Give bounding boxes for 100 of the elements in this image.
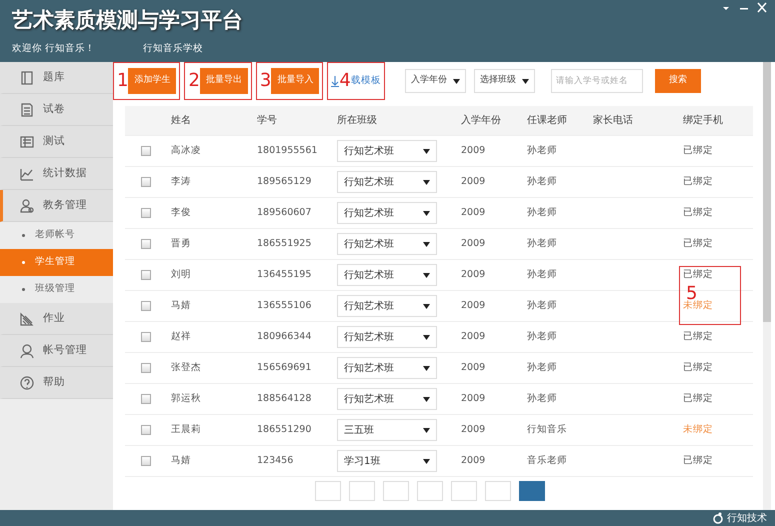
dropdown-icon: [423, 334, 430, 340]
dropdown-icon: [423, 304, 430, 308]
class-select[interactable]: 行知艺术班: [337, 326, 437, 348]
bullet-icon: [22, 234, 25, 237]
checkbox[interactable]: [141, 270, 151, 280]
table-cell: 2009: [461, 238, 486, 249]
table-cell: 高冰凌: [171, 144, 201, 156]
column-header: 入学年份: [461, 114, 502, 128]
dropdown-icon: [423, 428, 430, 432]
checkbox[interactable]: [141, 146, 151, 156]
table-cell: 孙老师: [527, 144, 557, 156]
table-cell-text: 180966344: [257, 330, 312, 344]
checkbox[interactable]: [141, 363, 151, 373]
help-icon: [19, 374, 35, 390]
sidebar-subitem[interactable]: 学生管理: [0, 249, 113, 276]
table-cell: 郭运秋: [171, 392, 201, 404]
table-cell-text: 186551925: [257, 236, 312, 251]
action-button[interactable]: 批量导入: [271, 68, 320, 94]
table-cell: 马婧: [171, 454, 191, 466]
binding-status: 已绑定: [683, 238, 713, 249]
table-cell: 2009: [461, 362, 486, 373]
sidebar-item[interactable]: 测试: [0, 126, 113, 158]
table-cell-text: 123456: [257, 454, 294, 468]
table-cell: 马婧: [171, 300, 191, 311]
checkbox[interactable]: [141, 394, 151, 404]
table-cell: 孙老师: [527, 362, 557, 373]
checkbox[interactable]: [141, 456, 151, 466]
table-cell: 李俊: [171, 206, 191, 218]
checkbox[interactable]: [141, 332, 151, 342]
binding-status: 已绑定: [683, 362, 713, 373]
table-cell: 2009: [461, 206, 486, 218]
document-icon: [19, 102, 35, 118]
column-header: 所在班级: [337, 114, 378, 128]
sidebar-item[interactable]: 统计数据: [0, 158, 113, 190]
download-link[interactable]: 载模板: [350, 74, 381, 88]
sidebar-item[interactable]: 教务管理: [0, 190, 113, 222]
class-select[interactable]: 行知艺术班: [337, 233, 437, 255]
class-select[interactable]: 三五班: [337, 419, 437, 441]
sidebar-item[interactable]: 帐号管理: [0, 335, 113, 367]
dropdown-icon: [423, 148, 430, 154]
table-cell: 孙老师: [527, 300, 557, 311]
table-cell: 刘明: [171, 268, 191, 280]
dropdown-icon: [423, 458, 430, 464]
annotation-number: 4: [339, 72, 351, 90]
sidebar-item[interactable]: 帮助: [0, 367, 113, 399]
table-cell: 2009: [461, 176, 486, 187]
checkbox[interactable]: [141, 425, 151, 435]
search-button[interactable]: 搜索: [654, 69, 701, 93]
annotation-number: 3: [260, 72, 272, 90]
binding-status: 已绑定: [683, 454, 713, 466]
action-button[interactable]: 添加学生: [128, 68, 176, 94]
table-cell-text: 136455195: [257, 268, 312, 282]
class-select[interactable]: 行知艺术班: [337, 295, 437, 317]
checkbox[interactable]: [141, 177, 151, 187]
checkbox[interactable]: [141, 239, 151, 249]
column-header: 学号: [257, 114, 278, 128]
column-header: 姓名: [171, 114, 192, 128]
table-cell: 孙老师: [527, 206, 557, 218]
app-title: 艺术素质模测与学习平台: [12, 7, 243, 34]
scrollbar[interactable]: [763, 62, 771, 510]
dropdown-icon: [423, 180, 430, 184]
table-cell: 2009: [461, 454, 486, 466]
search-field[interactable]: 请输入学号或姓名: [550, 69, 643, 93]
table-cell: 孙老师: [527, 268, 557, 280]
column-header: 绑定手机: [683, 114, 724, 128]
dropdown-icon: [522, 78, 529, 84]
sidebar-item[interactable]: 作业: [0, 303, 113, 335]
table-cell: 孙老师: [527, 238, 557, 249]
sidebar-item[interactable]: 题库: [0, 62, 113, 94]
table-cell: 行知音乐: [527, 424, 567, 435]
ruler-icon: [19, 310, 35, 326]
table-icon: [19, 134, 35, 150]
class-select[interactable]: 行知艺术班: [337, 388, 437, 410]
dropdown-icon: [423, 366, 430, 370]
class-select[interactable]: 行知艺术班: [337, 264, 437, 286]
class-select[interactable]: 行知艺术班: [337, 202, 437, 224]
table-cell: 李涛: [171, 176, 191, 187]
checkbox[interactable]: [141, 208, 151, 218]
close-icon[interactable]: [755, 2, 769, 14]
dropdown-icon: [423, 396, 430, 402]
users-icon: [19, 198, 35, 214]
class-select[interactable]: 行知艺术班: [337, 171, 437, 193]
sidebar-item[interactable]: 试卷: [0, 94, 113, 126]
class-select[interactable]: 行知艺术班: [337, 357, 437, 379]
class-select[interactable]: 学习1班: [337, 450, 437, 472]
class-select[interactable]: 行知艺术班: [337, 140, 437, 162]
table-cell: 2009: [461, 268, 486, 280]
column-header: 家长电话: [593, 114, 634, 128]
table-cell: 赵祥: [171, 330, 191, 342]
action-button[interactable]: 批量导出: [200, 68, 248, 94]
table-cell: 王晨莉: [171, 424, 201, 435]
filter-select[interactable]: 入学年份: [404, 69, 466, 93]
table-cell: 2009: [461, 392, 486, 404]
filter-select[interactable]: 选择班级: [474, 69, 535, 93]
checkbox[interactable]: [141, 301, 151, 311]
download-icon: [331, 75, 340, 87]
table-cell-text: 1801955561: [257, 144, 318, 158]
table-cell-text: 188564128: [257, 392, 312, 406]
table-cell-text: 189560607: [257, 206, 312, 220]
table-cell-text: 156569691: [257, 360, 312, 375]
